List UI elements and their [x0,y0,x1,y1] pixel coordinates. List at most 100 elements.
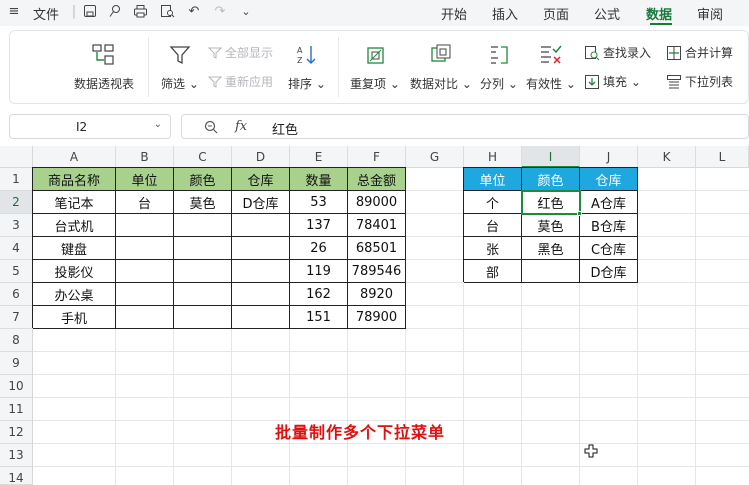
table-cell[interactable] [116,306,174,329]
format-painter-icon[interactable] [107,4,123,20]
print-icon[interactable] [132,4,148,20]
col-header-h[interactable]: H [464,146,522,168]
save-icon[interactable] [82,4,98,20]
pivot-table-button[interactable]: 数据透视表 [74,41,134,92]
table-cell[interactable] [174,306,232,329]
table-cell[interactable] [174,214,232,237]
fill-button[interactable]: 填充 ⌄ [584,73,641,90]
show-all-button[interactable]: 全部显示 [208,44,273,61]
table-cell[interactable]: 53 [290,191,348,214]
row-header-9[interactable]: 9 [0,352,33,375]
list-cell[interactable]: 张 [464,237,522,260]
print-preview-icon[interactable] [159,4,175,20]
table-cell[interactable] [116,237,174,260]
tab-review[interactable]: 审阅 [697,4,723,23]
table-cell[interactable]: 89000 [348,191,406,214]
dropdown-list-button[interactable]: 下拉列表 [666,73,733,90]
select-all-corner[interactable] [0,146,33,168]
col-header-a[interactable]: A [33,146,116,168]
table-cell[interactable]: 办公桌 [33,283,116,306]
col-header-b[interactable]: B [116,146,174,168]
formula-content[interactable]: 红色 [272,119,298,138]
table-cell[interactable] [116,214,174,237]
undo-icon[interactable]: ↶ [186,4,202,20]
table-cell[interactable]: 68501 [348,237,406,260]
row-header-1[interactable]: 1 [0,168,33,191]
validity-button[interactable]: 有效性 ⌄ [526,41,576,92]
table-cell[interactable]: 162 [290,283,348,306]
tab-home[interactable]: 开始 [441,4,467,23]
table-cell[interactable]: 78900 [348,306,406,329]
tab-formula[interactable]: 公式 [594,4,620,23]
table-header-cell[interactable]: 仓库 [232,168,290,191]
row-header-12[interactable]: 12 [0,421,33,444]
list-header-cell[interactable]: 仓库 [580,168,638,191]
data-compare-button[interactable]: 数据对比 ⌄ [410,41,472,92]
table-cell[interactable]: 莫色 [174,191,232,214]
table-cell[interactable] [174,283,232,306]
table-cell[interactable] [116,260,174,283]
tab-page[interactable]: 页面 [543,4,569,23]
row-header-3[interactable]: 3 [0,214,33,237]
table-cell[interactable] [174,237,232,260]
tab-data[interactable]: 数据 [646,4,672,23]
duplicates-button[interactable]: 重复项 ⌄ [350,41,400,92]
hamburger-menu-icon[interactable]: ≡ [6,4,22,20]
col-header-k[interactable]: K [638,146,696,168]
table-cell[interactable]: 台式机 [33,214,116,237]
chevron-down-icon[interactable]: ⌄ [154,119,162,130]
quick-access-chevron-icon[interactable]: ⌄ [238,4,254,20]
row-header-6[interactable]: 6 [0,283,33,306]
split-column-button[interactable]: 分列 ⌄ [480,41,518,92]
table-cell[interactable]: 台 [116,191,174,214]
row-header-13[interactable]: 13 [0,444,33,467]
spreadsheet-grid[interactable]: A B C D E F G H I J K L 1 2 3 4 5 6 7 8 … [0,146,749,485]
lookup-entry-button[interactable]: 查找录入 [584,44,651,61]
list-cell[interactable]: C仓库 [580,237,638,260]
sort-button[interactable]: AZ 排序 ⌄ [288,41,326,92]
fx-icon[interactable]: fx [235,119,247,134]
table-header-cell[interactable]: 商品名称 [33,168,116,191]
table-cell[interactable]: 26 [290,237,348,260]
zoom-icon[interactable] [204,119,218,138]
table-cell[interactable] [116,283,174,306]
table-cell[interactable] [232,237,290,260]
table-cell[interactable]: D仓库 [232,191,290,214]
list-cell[interactable]: 黑色 [522,237,580,260]
file-menu[interactable]: 文件 [33,4,59,23]
row-header-8[interactable]: 8 [0,329,33,352]
merge-calc-button[interactable]: 合并计算 [666,44,733,61]
table-header-cell[interactable]: 颜色 [174,168,232,191]
table-header-cell[interactable]: 数量 [290,168,348,191]
table-cell[interactable]: 137 [290,214,348,237]
list-cell[interactable]: 台 [464,214,522,237]
table-cell[interactable]: 手机 [33,306,116,329]
list-cell[interactable]: B仓库 [580,214,638,237]
filter-button[interactable]: 筛选 ⌄ [161,41,199,92]
col-header-f[interactable]: F [348,146,406,168]
table-cell[interactable]: 78401 [348,214,406,237]
list-cell[interactable] [522,260,580,283]
table-cell[interactable]: 笔记本 [33,191,116,214]
row-header-5[interactable]: 5 [0,260,33,283]
table-cell[interactable]: 键盘 [33,237,116,260]
col-header-i[interactable]: I [522,146,580,168]
formula-bar[interactable]: fx 红色 [181,114,749,139]
list-cell[interactable]: A仓库 [580,191,638,214]
row-header-7[interactable]: 7 [0,306,33,329]
table-cell[interactable]: 8920 [348,283,406,306]
col-header-d[interactable]: D [232,146,290,168]
table-cell[interactable]: 789546 [348,260,406,283]
table-cell[interactable]: 119 [290,260,348,283]
row-header-2[interactable]: 2 [0,191,33,214]
table-cell[interactable] [232,260,290,283]
redo-icon[interactable]: ↷ [212,4,228,20]
table-header-cell[interactable]: 总金额 [348,168,406,191]
table-header-cell[interactable]: 单位 [116,168,174,191]
reapply-button[interactable]: 重新应用 [208,73,273,90]
col-header-e[interactable]: E [290,146,348,168]
col-header-c[interactable]: C [174,146,232,168]
table-cell[interactable]: 投影仪 [33,260,116,283]
fill-handle[interactable] [577,211,582,216]
list-cell[interactable]: D仓库 [580,260,638,283]
